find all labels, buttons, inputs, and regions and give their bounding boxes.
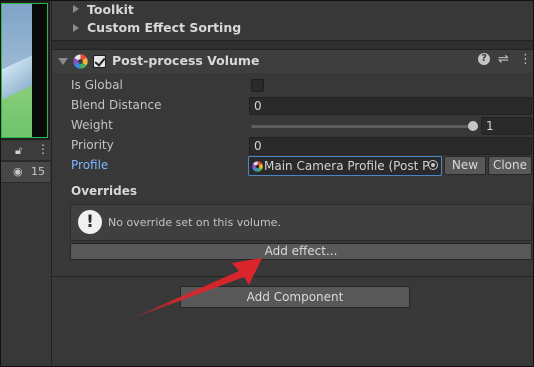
red-arrow-annotation [123,258,262,322]
editor-window: 🔓︎ ⋮ ◉ 15 Toolkit Custom Effect Sorting [0,0,534,367]
